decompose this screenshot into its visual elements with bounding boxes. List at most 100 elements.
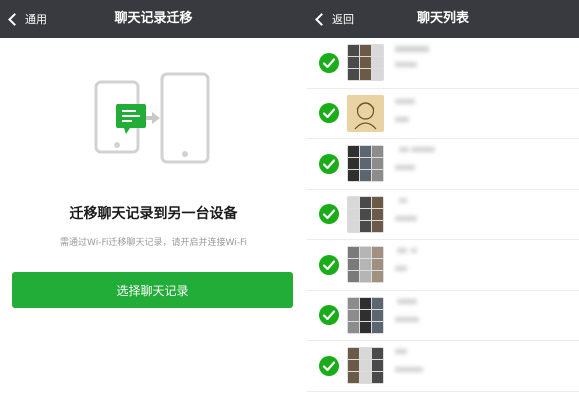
chat-row[interactable] <box>307 190 579 240</box>
top-bar: 返回 聊天列表 <box>307 0 579 38</box>
avatar-tile <box>372 348 383 360</box>
checkmark-icon[interactable] <box>319 355 339 376</box>
blurred-text <box>395 62 417 67</box>
chat-row[interactable] <box>307 240 579 291</box>
avatar-tile <box>372 208 383 220</box>
blurred-text <box>395 215 417 221</box>
chat-row[interactable] <box>307 291 579 341</box>
avatar-tile <box>360 196 371 208</box>
avatar-tile <box>348 297 359 309</box>
avatar-tile <box>372 57 383 69</box>
blurred-text <box>395 165 415 170</box>
avatar-tile <box>360 360 371 372</box>
avatar-tile <box>372 271 383 283</box>
migration-heading: 迁移聊天记录到另一台设备 <box>69 206 238 222</box>
avatar-tile <box>348 259 359 271</box>
avatar-tile <box>372 170 383 182</box>
avatar <box>347 94 384 132</box>
avatar-tile <box>348 196 359 208</box>
avatar-tile <box>372 45 383 57</box>
checkmark-icon[interactable] <box>319 305 339 326</box>
checkmark-icon[interactable] <box>319 254 339 275</box>
phone-transfer-icon <box>94 72 210 164</box>
avatar-tile <box>360 372 371 384</box>
checkmark-icon[interactable] <box>319 52 339 73</box>
avatar-tile <box>348 220 359 232</box>
blurred-text <box>397 298 417 304</box>
avatar-tile <box>348 69 359 81</box>
avatar-tile <box>372 158 383 170</box>
avatar-tile <box>348 208 359 220</box>
avatar-tile <box>348 57 359 69</box>
group-avatar <box>347 44 384 82</box>
avatar-tile <box>372 259 383 271</box>
wifi-hint: 需通过Wi-Fi迁移聊天记录，请开启并连接Wi-Fi <box>60 238 247 248</box>
blurred-text <box>395 116 409 122</box>
blurred-text <box>395 367 423 372</box>
blurred-text <box>399 197 407 203</box>
checkmark-icon[interactable] <box>319 204 339 225</box>
avatar-tile <box>360 259 371 271</box>
avatar-tile <box>360 208 371 220</box>
blurred-text <box>395 266 407 271</box>
avatar-tile <box>348 45 359 57</box>
avatar-tile <box>372 360 383 372</box>
avatar-tile <box>348 271 359 283</box>
select-chat-history-button[interactable]: 选择聊天记录 <box>12 272 293 308</box>
avatar-tile <box>360 170 371 182</box>
page-title: 聊天记录迁移 <box>114 11 193 26</box>
avatar-tile <box>360 146 371 158</box>
avatar-tile <box>348 348 359 360</box>
avatar-tile <box>348 247 359 259</box>
chat-list <box>307 38 579 392</box>
blurred-text <box>395 46 429 52</box>
avatar-tile <box>372 220 383 232</box>
avatar-tile <box>348 309 359 321</box>
avatar-tile <box>372 309 383 321</box>
avatar-tile <box>360 321 371 333</box>
chat-list-screen: 返回 聊天列表 <box>307 0 579 400</box>
avatar-tile <box>372 247 383 259</box>
blurred-text <box>411 248 417 253</box>
avatar-tile <box>360 45 371 57</box>
blurred-text <box>397 248 407 253</box>
chat-row[interactable] <box>307 38 579 89</box>
avatar-tile <box>372 69 383 81</box>
avatar-tile <box>360 57 371 69</box>
group-avatar <box>347 145 384 183</box>
avatar-tile <box>360 220 371 232</box>
chat-row[interactable] <box>307 139 579 190</box>
avatar-tile <box>348 146 359 158</box>
blurred-text <box>395 316 419 322</box>
checkmark-icon[interactable] <box>319 103 339 124</box>
blurred-text <box>411 147 435 152</box>
avatar-tile <box>372 372 383 384</box>
avatar-tile <box>372 196 383 208</box>
avatar-tile <box>348 372 359 384</box>
chat-row[interactable] <box>307 341 579 392</box>
blurred-text <box>399 147 409 152</box>
avatar-tile <box>372 321 383 333</box>
group-avatar <box>347 246 384 284</box>
avatar-tile <box>360 158 371 170</box>
avatar-tile <box>348 158 359 170</box>
avatar-tile <box>348 170 359 182</box>
page-title: 聊天列表 <box>416 11 469 26</box>
checkmark-icon[interactable] <box>319 153 339 174</box>
group-avatar <box>347 195 384 233</box>
group-avatar <box>347 347 384 385</box>
blurred-text <box>395 98 415 104</box>
blurred-text <box>395 349 407 354</box>
top-bar: 通用 聊天记录迁移 <box>0 0 307 38</box>
avatar-tile <box>348 321 359 333</box>
avatar-tile <box>360 297 371 309</box>
avatar-tile <box>372 297 383 309</box>
chat-row[interactable] <box>307 89 579 139</box>
avatar-tile <box>360 271 371 283</box>
avatar-tile <box>360 247 371 259</box>
avatar-tile <box>360 348 371 360</box>
group-avatar <box>347 296 384 334</box>
avatar-tile <box>360 309 371 321</box>
avatar-tile <box>360 69 371 81</box>
avatar-tile <box>372 146 383 158</box>
